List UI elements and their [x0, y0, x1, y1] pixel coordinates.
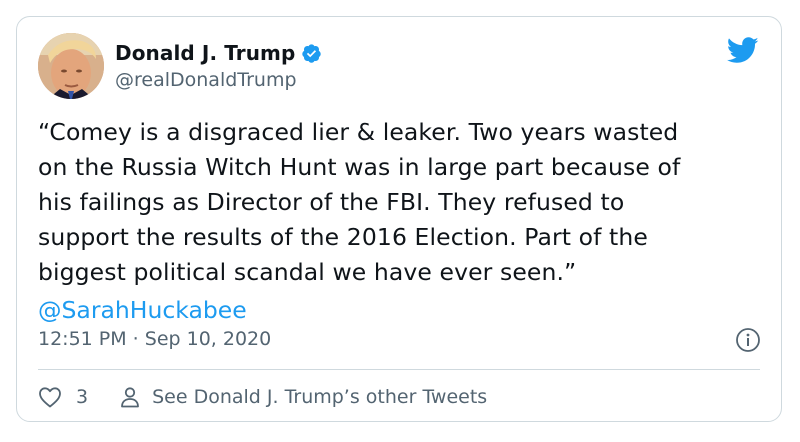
tweet-text: “Comey is a disgraced lier & leaker. Two… — [38, 118, 681, 286]
person-icon — [121, 387, 139, 408]
like-count: 3 — [76, 386, 89, 408]
avatar-image — [38, 33, 104, 99]
tweet-timestamp[interactable]: 12:51 PM · Sep 10, 2020 — [38, 328, 271, 350]
author-name[interactable]: Donald J. Trump — [115, 41, 295, 65]
see-other-tweets-link[interactable]: See Donald J. Trump’s other Tweets — [120, 386, 487, 408]
verified-badge-icon — [302, 43, 322, 63]
info-icon[interactable] — [735, 327, 761, 353]
author-handle[interactable]: @realDonaldTrump — [115, 69, 297, 91]
tweet-actions: 3 See Donald J. Trump’s other Tweets — [38, 383, 487, 411]
author-avatar[interactable] — [38, 33, 104, 99]
tweet-card: Donald J. Trump @realDonaldTrump “Comey … — [16, 16, 782, 422]
heart-icon — [39, 387, 61, 408]
author-name-row: Donald J. Trump — [115, 41, 322, 65]
mention-link[interactable]: @SarahHuckabee — [38, 293, 247, 328]
like-button[interactable]: 3 — [38, 386, 88, 408]
twitter-bird-icon[interactable] — [727, 37, 759, 64]
see-other-tweets-label: See Donald J. Trump’s other Tweets — [152, 386, 488, 408]
divider — [38, 369, 760, 370]
